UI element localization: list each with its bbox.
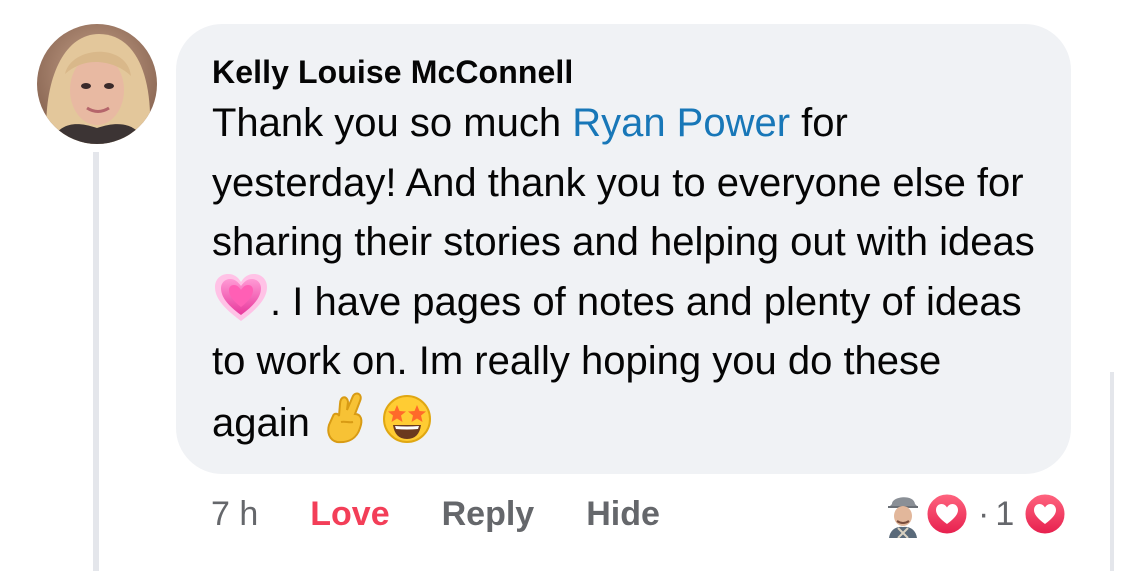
comment-actions: 7 h Love Reply Hide [211, 492, 660, 536]
comment-bubble: Kelly Louise McConnell Thank you so much… [176, 24, 1071, 474]
comment-thread: Kelly Louise McConnell Thank you so much… [0, 0, 1125, 571]
growing-heart-icon [214, 273, 268, 323]
avatar-image [37, 24, 157, 144]
love-button[interactable]: Love [310, 495, 389, 534]
reaction-summary[interactable]: · 1 [884, 488, 1068, 540]
thread-line [93, 152, 99, 571]
comment-timestamp[interactable]: 7 h [211, 495, 258, 534]
love-reaction-icon [1022, 491, 1068, 537]
comment-text-part: Thank you so much [212, 101, 573, 145]
reply-thread-line [1110, 372, 1114, 571]
separator-dot: · [978, 494, 990, 533]
author-name[interactable]: Kelly Louise McConnell [212, 52, 1041, 92]
star-struck-icon [382, 394, 432, 444]
reactor-avatar [888, 497, 918, 538]
author-avatar[interactable] [37, 24, 157, 144]
comment-text: Thank you so much Ryan Power for yesterd… [212, 94, 1042, 453]
love-reaction-icon [924, 491, 970, 537]
reaction-count[interactable]: 1 [995, 495, 1014, 534]
crossed-fingers-icon [323, 392, 367, 444]
hide-button[interactable]: Hide [586, 495, 660, 534]
reply-button[interactable]: Reply [442, 495, 535, 534]
mention-link[interactable]: Ryan Power [572, 101, 790, 145]
